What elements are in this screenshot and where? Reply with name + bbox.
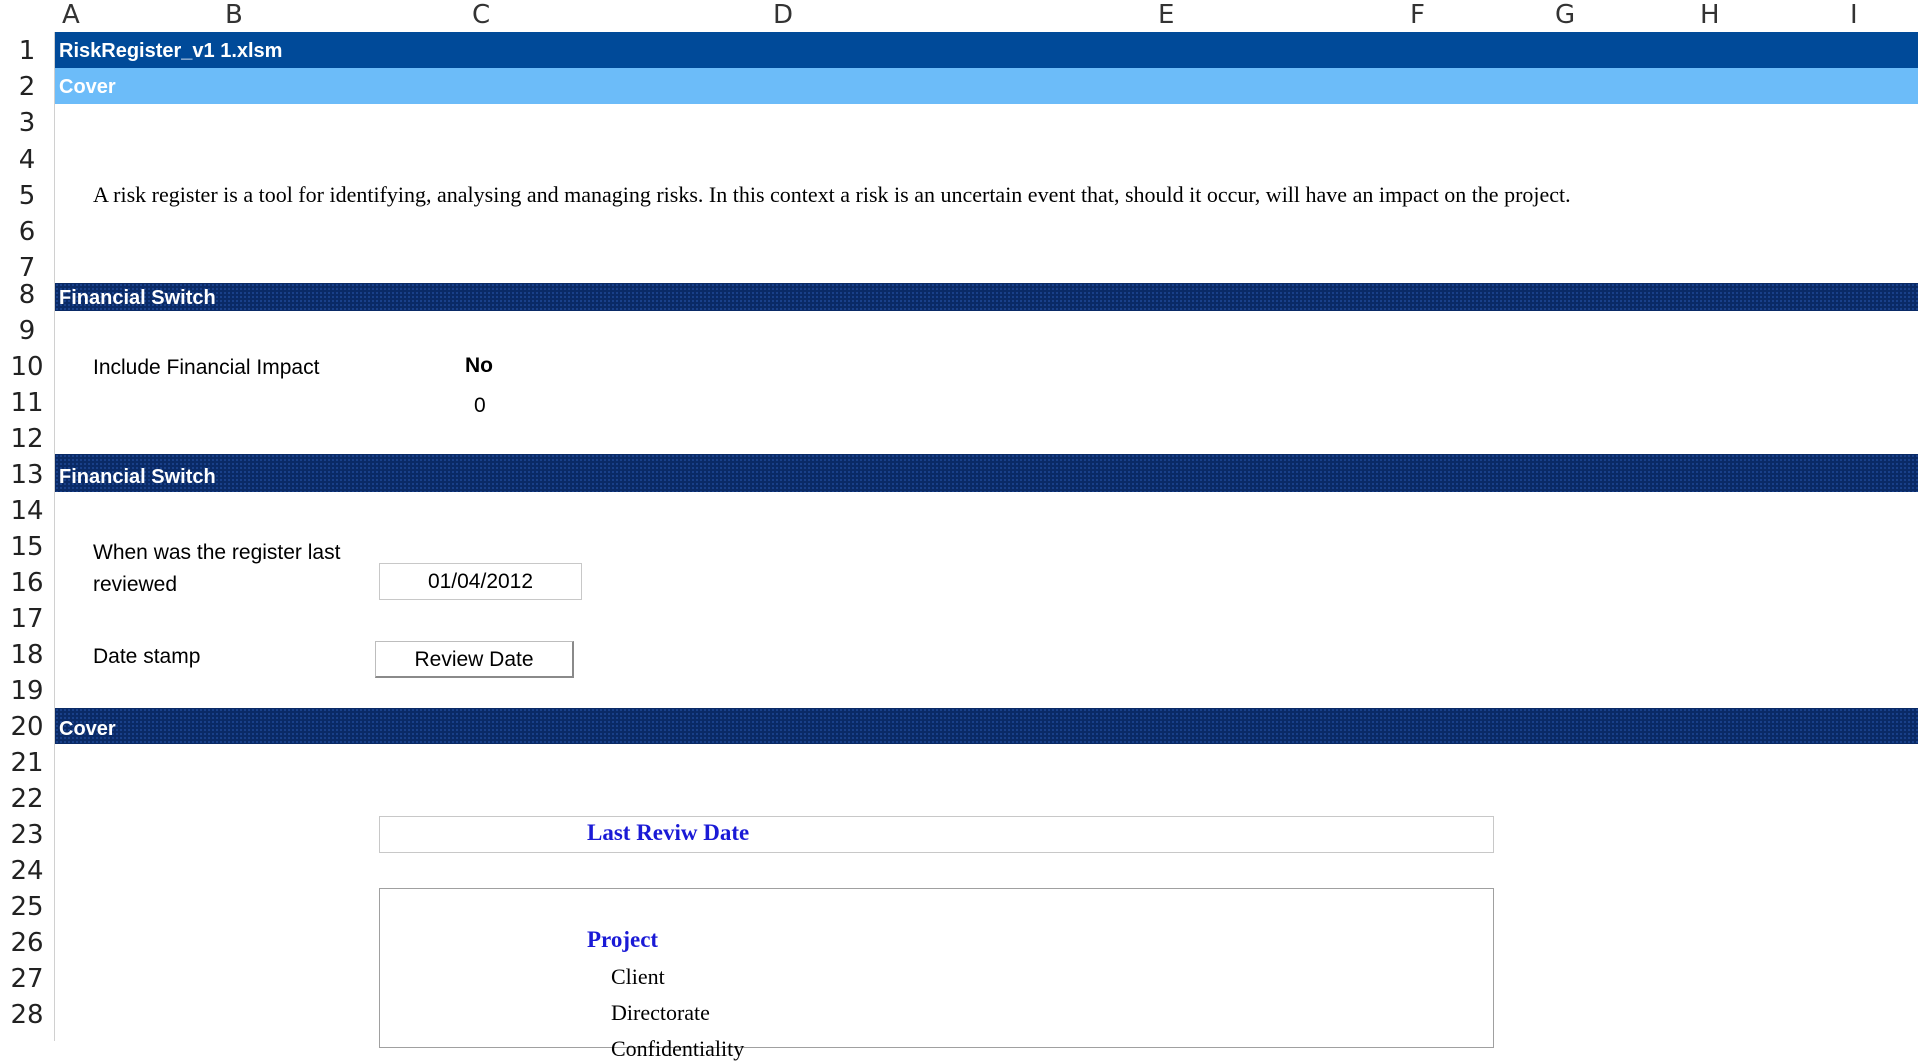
- cover-band-label: Cover: [59, 76, 116, 98]
- row-header-5[interactable]: 5: [0, 181, 54, 211]
- project-item-directorate: Directorate: [611, 1000, 710, 1025]
- review-date-value: 01/04/2012: [427, 570, 534, 593]
- row-header-24[interactable]: 24: [0, 856, 54, 886]
- row-header-2[interactable]: 2: [0, 72, 54, 102]
- row-header-17[interactable]: 17: [0, 604, 54, 634]
- row-header-10[interactable]: 10: [0, 352, 54, 382]
- project-details-box: Project Client Directorate Confidentiali…: [379, 888, 1494, 1061]
- cover-band-2-label: Cover: [59, 718, 116, 740]
- financial-switch-band-label: Financial Switch: [59, 287, 216, 309]
- row-header-9[interactable]: 9: [0, 316, 54, 346]
- row-header-28[interactable]: 28: [0, 1000, 54, 1030]
- row-header-6[interactable]: 6: [0, 217, 54, 247]
- row-header-12[interactable]: 12: [0, 424, 54, 454]
- cover-band-2: Cover: [55, 708, 1918, 744]
- row-header-23[interactable]: 23: [0, 820, 54, 850]
- financial-switch-band: Financial Switch: [55, 283, 1918, 311]
- title-band: RiskRegister_v1 1.xlsm: [55, 32, 1918, 68]
- review-label-line2: reviewed: [93, 573, 178, 596]
- row-header-4[interactable]: 4: [0, 145, 54, 175]
- row-header-16[interactable]: 16: [0, 568, 54, 598]
- include-financial-impact-label: Include Financial Impact: [93, 356, 320, 379]
- row-header-27[interactable]: 27: [0, 964, 54, 994]
- column-header-d[interactable]: D: [773, 0, 793, 32]
- column-header-g[interactable]: G: [1555, 0, 1575, 32]
- column-header-i[interactable]: I: [1850, 0, 1858, 32]
- row-header-22[interactable]: 22: [0, 784, 54, 814]
- row-header-15[interactable]: 15: [0, 532, 54, 562]
- review-date-button[interactable]: Review Date: [375, 641, 574, 678]
- row-header-11[interactable]: 11: [0, 388, 54, 418]
- last-review-heading: Last Reviw Date: [587, 820, 750, 845]
- column-header-f[interactable]: F: [1410, 0, 1425, 32]
- row-header-21[interactable]: 21: [0, 748, 54, 778]
- row-header-14[interactable]: 14: [0, 496, 54, 526]
- intro-text: A risk register is a tool for identifyin…: [93, 182, 1571, 207]
- row-header-7[interactable]: 7: [0, 253, 54, 283]
- date-stamp-label: Date stamp: [93, 645, 201, 668]
- review-label-line1: When was the register last: [93, 541, 341, 564]
- column-header-b[interactable]: B: [225, 0, 243, 32]
- row-header-25[interactable]: 25: [0, 892, 54, 922]
- column-header-h[interactable]: H: [1700, 0, 1720, 32]
- row-header-divider: [54, 32, 55, 1041]
- financial-impact-value[interactable]: No: [465, 354, 493, 378]
- financial-impact-flag[interactable]: 0: [474, 394, 486, 418]
- row-header-3[interactable]: 3: [0, 108, 54, 138]
- row-header-19[interactable]: 19: [0, 676, 54, 706]
- review-date-field[interactable]: 01/04/2012: [379, 563, 582, 600]
- last-review-box: Last Reviw Date: [379, 816, 1494, 853]
- project-heading: Project: [587, 927, 659, 952]
- row-header-13[interactable]: 13: [0, 460, 54, 490]
- column-header-a[interactable]: A: [62, 0, 80, 32]
- column-header-e[interactable]: E: [1158, 0, 1174, 32]
- row-header-1[interactable]: 1: [0, 36, 54, 66]
- row-header-20[interactable]: 20: [0, 712, 54, 742]
- row-header-26[interactable]: 26: [0, 928, 54, 958]
- project-item-client: Client: [611, 964, 665, 989]
- row-header-8[interactable]: 8: [0, 280, 54, 310]
- project-item-confidentiality: Confidentiality: [611, 1036, 745, 1061]
- column-header-c[interactable]: C: [472, 0, 490, 32]
- financial-switch-band-2: Financial Switch: [55, 454, 1918, 492]
- row-header-18[interactable]: 18: [0, 640, 54, 670]
- workbook-title: RiskRegister_v1 1.xlsm: [59, 40, 283, 62]
- cover-band: Cover: [55, 68, 1918, 104]
- financial-switch-band-2-label: Financial Switch: [59, 466, 216, 488]
